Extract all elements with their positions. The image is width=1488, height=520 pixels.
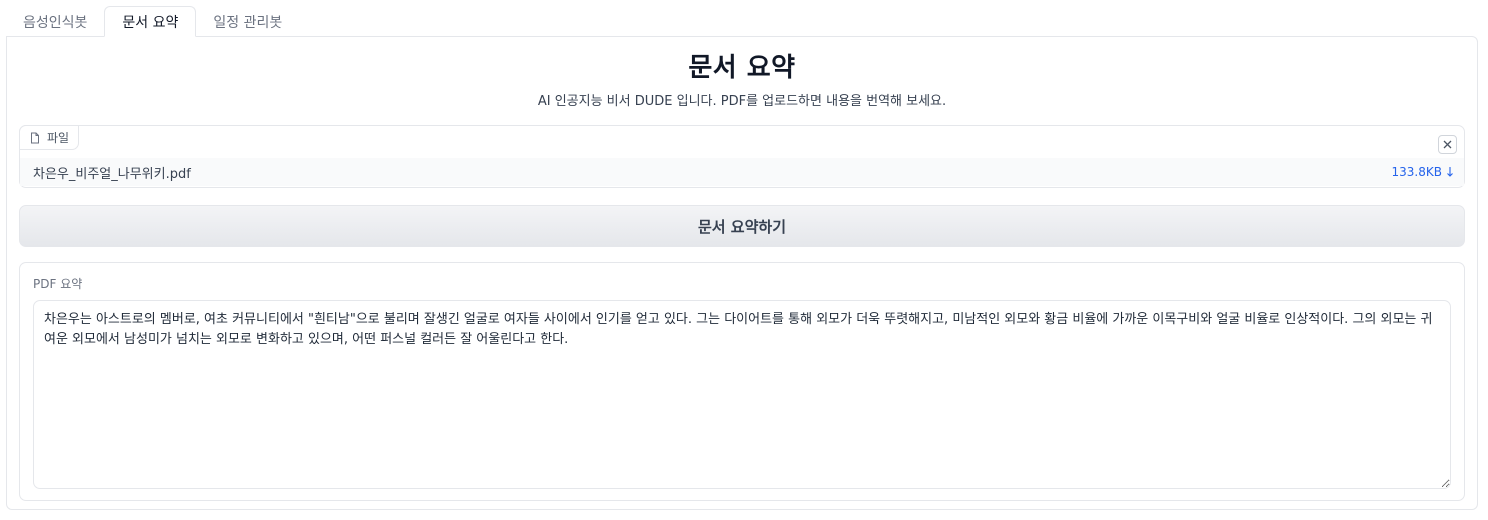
tab-document-summary[interactable]: 문서 요약: [104, 6, 197, 37]
file-download-link[interactable]: 133.8KB: [1392, 165, 1454, 179]
tab-bar: 음성인식봇 문서 요약 일정 관리봇: [6, 6, 299, 37]
file-label-text: 파일: [47, 131, 70, 145]
tab-panel: 문서 요약 AI 인공지능 비서 DUDE 입니다. PDF를 업로드하면 내용…: [6, 36, 1478, 510]
clear-file-button[interactable]: [1438, 135, 1457, 154]
page-title: 문서 요약: [688, 53, 796, 83]
file-name: 차은우_비주얼_나무위키.pdf: [33, 166, 191, 182]
file-label-badge: 파일: [19, 125, 80, 150]
tab-schedule-bot[interactable]: 일정 관리봇: [196, 7, 299, 37]
file-upload-box[interactable]: 파일 차은우_비주얼_나무위키.pdf 133.8KB: [19, 125, 1465, 188]
summarize-document-button[interactable]: 문서 요약하기: [19, 205, 1465, 247]
file-size: 133.8KB: [1391, 165, 1442, 179]
close-icon: [1443, 140, 1452, 149]
download-icon: [1447, 167, 1453, 177]
pdf-summary-box: PDF 요약 차은우는 아스트로의 멤버로, 여초 커뮤니티에서 "흰티남"으로…: [19, 262, 1465, 501]
page-subtitle: AI 인공지능 비서 DUDE 입니다. PDF를 업로드하면 내용을 번역해 …: [537, 94, 947, 109]
uploaded-file-row: 차은우_비주얼_나무위키.pdf 133.8KB: [20, 158, 1464, 186]
pdf-summary-label: PDF 요약: [33, 277, 83, 291]
file-icon: [31, 132, 39, 143]
pdf-summary-textarea[interactable]: 차은우는 아스트로의 멤버로, 여초 커뮤니티에서 "흰티남"으로 불리며 잘생…: [33, 300, 1451, 489]
tab-voice-bot[interactable]: 음성인식봇: [6, 7, 104, 37]
